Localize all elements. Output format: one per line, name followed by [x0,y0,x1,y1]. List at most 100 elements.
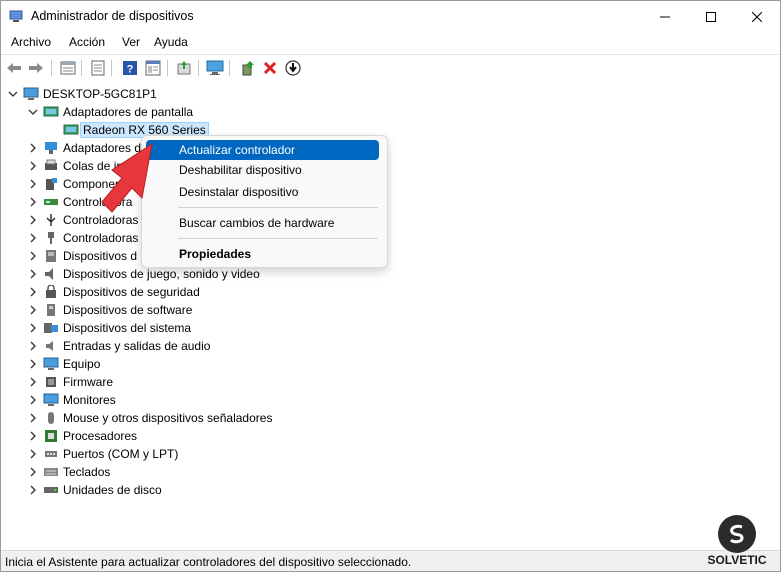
properties-button[interactable] [89,59,107,77]
show-hidden-button[interactable] [59,59,77,77]
toolbar: ? [1,54,780,83]
computer-icon [23,87,39,101]
chevron-down-icon[interactable] [27,106,39,118]
maximize-icon [706,11,716,22]
forward-button[interactable] [27,59,45,77]
uninstall-device-menu-item[interactable]: Desinstalar dispositivo [146,182,379,202]
minimize-button[interactable] [642,1,688,32]
tree-category[interactable]: Unidades de disco [27,481,162,499]
menu-archivo[interactable]: Archivo [11,35,51,49]
update-driver-icon [177,61,191,75]
add-driver-button[interactable] [239,59,257,77]
forward-icon [29,63,43,73]
chevron-right-icon[interactable] [27,178,39,190]
tree-category-label: Entradas y salidas de audio [63,339,211,353]
tree-category[interactable]: Dispositivos de seguridad [27,283,200,301]
tree-category-label: Dispositivos del sistema [63,321,192,335]
chevron-right-icon[interactable] [27,304,39,316]
tree-category-label: Monitores [63,393,116,407]
back-button[interactable] [5,59,23,77]
tree-root-label: DESKTOP-5GC81P1 [43,87,157,101]
software-component-icon [43,177,59,191]
system-device-icon [43,321,59,335]
tree-category[interactable]: Firmware [27,373,113,391]
chevron-right-icon[interactable] [27,376,39,388]
close-icon [752,11,762,22]
chevron-right-icon[interactable] [27,358,39,370]
disable-device-menu-item[interactable]: Deshabilitar dispositivo [146,160,379,180]
tree-category[interactable]: Entradas y salidas de audio [27,337,210,355]
device-manager-icon [9,9,23,23]
menu-accion[interactable]: Acción [69,35,105,49]
scan-hardware-menu-item[interactable]: Buscar cambios de hardware [146,213,379,233]
toolbar-separator [167,60,168,76]
storage-controller-icon [43,195,59,209]
tree-category[interactable]: Dispositivos del sistema [27,319,191,337]
menu-bar: Archivo Acción Ver Ayuda [1,32,780,54]
solvetic-logo-icon [718,515,756,553]
menu-ver[interactable]: Ver [122,35,140,49]
red-arrow-icon [101,142,153,213]
toolbar-separator [111,60,112,76]
update-driver-menu-item[interactable]: Actualizar controlador [146,140,379,160]
chevron-right-icon[interactable] [27,214,39,226]
chevron-right-icon[interactable] [27,322,39,334]
properties-menu-item[interactable]: Propiedades [146,244,379,264]
maximize-button[interactable] [688,1,734,32]
chevron-right-icon[interactable] [27,484,39,496]
chevron-right-icon[interactable] [27,142,39,154]
tree-category-label: Dispositivos de software [63,303,193,317]
tree-root[interactable]: DESKTOP-5GC81P1 [7,85,157,103]
update-driver-button[interactable] [175,59,193,77]
monitor-icon [206,60,224,75]
show-hidden-icon [60,61,76,75]
software-device-icon [43,303,59,317]
keyboard-icon [43,465,59,479]
plug-icon [43,231,59,245]
add-driver-icon [242,61,254,76]
properties-icon [91,60,105,76]
tree-category-label: Procesadores [63,429,138,443]
port-icon [43,447,59,461]
back-icon [7,63,21,73]
tree-category[interactable]: Puertos (COM y LPT) [27,445,178,463]
usb-controller-icon [43,213,59,227]
chevron-right-icon[interactable] [27,448,39,460]
help-button[interactable]: ? [121,59,139,77]
scan-hardware-button[interactable] [206,59,224,77]
tree-category[interactable]: Monitores [27,391,116,409]
status-text: Inicia el Asistente para actualizar cont… [5,555,412,569]
tree-category-label: Dispositivos de juego, sonido y video [63,267,260,281]
tree-category-label: Dispositivos d [63,249,138,263]
chevron-right-icon[interactable] [27,340,39,352]
tree-category-label: Controladoras [63,231,139,245]
tree-category[interactable]: Equipo [27,355,100,373]
chevron-right-icon[interactable] [27,412,39,424]
uninstall-button[interactable] [261,59,279,77]
tree-category[interactable]: Teclados [27,463,110,481]
chevron-down-icon[interactable] [7,88,19,100]
printer-icon [43,159,59,173]
tree-category[interactable]: Procesadores [27,427,137,445]
chevron-right-icon[interactable] [27,430,39,442]
tree-category[interactable]: Mouse y otros dispositivos señaladores [27,409,272,427]
chevron-right-icon[interactable] [27,196,39,208]
tree-category[interactable]: Dispositivos de software [27,301,192,319]
download-button[interactable] [284,59,302,77]
tree-category-label: Firmware [63,375,113,389]
tree-category[interactable]: Controladoras [27,229,138,247]
chevron-right-icon[interactable] [27,232,39,244]
chevron-right-icon[interactable] [27,160,39,172]
chevron-right-icon[interactable] [27,286,39,298]
chevron-right-icon[interactable] [27,394,39,406]
tree-category[interactable]: Dispositivos d [27,247,137,265]
disk-drive-icon [43,483,59,497]
close-button[interactable] [734,1,780,32]
menu-ayuda[interactable]: Ayuda [154,35,188,49]
chevron-right-icon[interactable] [27,466,39,478]
chevron-right-icon[interactable] [27,268,39,280]
tree-category-display-adapters[interactable]: Adaptadores de pantalla [27,103,193,121]
chevron-right-icon[interactable] [27,250,39,262]
firmware-icon [43,375,59,389]
details-button[interactable] [144,59,162,77]
